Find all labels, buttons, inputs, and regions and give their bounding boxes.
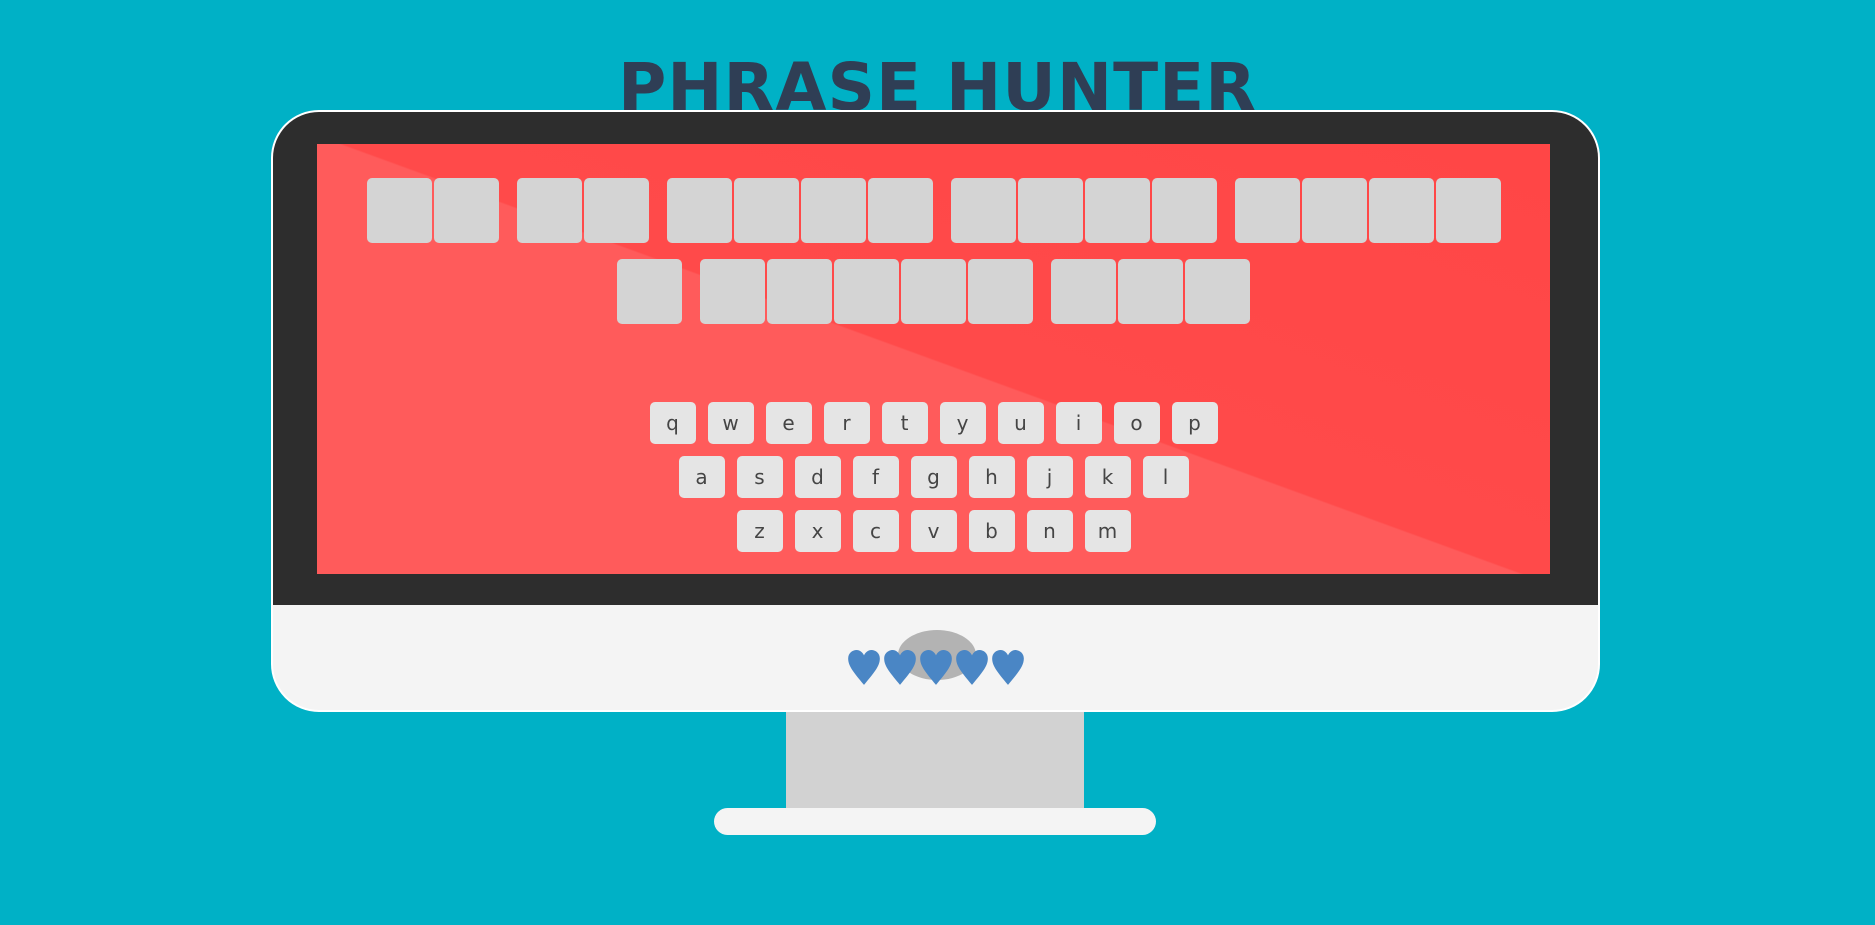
- hidden-letter-tile: [1435, 178, 1501, 243]
- monitor-stand: [786, 712, 1084, 810]
- hidden-letter-tile: [834, 259, 899, 324]
- key-d[interactable]: d: [794, 456, 841, 498]
- key-i[interactable]: i: [1055, 402, 1102, 444]
- hidden-letter-tile: [968, 259, 1033, 324]
- hidden-letter-tile: [1051, 259, 1116, 324]
- keyrow: qwertyuiop: [317, 402, 1550, 444]
- key-e[interactable]: e: [765, 402, 812, 444]
- hidden-letter-tile: [666, 178, 732, 243]
- hidden-letter-tile: [700, 259, 765, 324]
- key-y[interactable]: y: [939, 402, 986, 444]
- heart-icon: [955, 650, 988, 685]
- key-l[interactable]: l: [1142, 456, 1189, 498]
- phrase-word: [700, 259, 1033, 324]
- hidden-letter-tile: [433, 178, 499, 243]
- keyrow: zxcvbnm: [317, 510, 1550, 552]
- key-b[interactable]: b: [968, 510, 1015, 552]
- heart-icon: [883, 650, 916, 685]
- key-j[interactable]: j: [1026, 456, 1073, 498]
- phrase-word: [516, 178, 649, 243]
- key-o[interactable]: o: [1113, 402, 1160, 444]
- hidden-letter-tile: [617, 259, 682, 324]
- hidden-letter-tile: [733, 178, 799, 243]
- key-c[interactable]: c: [852, 510, 899, 552]
- key-r[interactable]: r: [823, 402, 870, 444]
- key-k[interactable]: k: [1084, 456, 1131, 498]
- heart-icon: [991, 650, 1024, 685]
- phrase-word: [1234, 178, 1501, 243]
- game-screen: qwertyuiop asdfghjkl zxcvbnm: [317, 144, 1550, 574]
- key-v[interactable]: v: [910, 510, 957, 552]
- hidden-letter-tile: [1118, 259, 1183, 324]
- hidden-letter-tile: [583, 178, 649, 243]
- key-m[interactable]: m: [1084, 510, 1131, 552]
- keyrow: asdfghjkl: [317, 456, 1550, 498]
- monitor: qwertyuiop asdfghjkl zxcvbnm: [271, 110, 1600, 712]
- key-a[interactable]: a: [678, 456, 725, 498]
- hidden-letter-tile: [1234, 178, 1300, 243]
- key-t[interactable]: t: [881, 402, 928, 444]
- hidden-letter-tile: [1185, 259, 1250, 324]
- hidden-letter-tile: [1301, 178, 1367, 243]
- hidden-letter-tile: [950, 178, 1016, 243]
- key-p[interactable]: p: [1171, 402, 1218, 444]
- phrase-word: [950, 178, 1217, 243]
- phrase-word: [666, 178, 933, 243]
- key-x[interactable]: x: [794, 510, 841, 552]
- heart-icon: [847, 650, 880, 685]
- lives-scoreboard: [273, 649, 1598, 687]
- key-u[interactable]: u: [997, 402, 1044, 444]
- heart-icon: [919, 650, 952, 685]
- hidden-letter-tile: [767, 259, 832, 324]
- key-g[interactable]: g: [910, 456, 957, 498]
- key-n[interactable]: n: [1026, 510, 1073, 552]
- hidden-letter-tile: [867, 178, 933, 243]
- hidden-letter-tile: [800, 178, 866, 243]
- hidden-letter-tile: [1017, 178, 1083, 243]
- hidden-letter-tile: [1084, 178, 1150, 243]
- hidden-letter-tile: [366, 178, 432, 243]
- key-q[interactable]: q: [649, 402, 696, 444]
- monitor-bezel: qwertyuiop asdfghjkl zxcvbnm: [273, 112, 1598, 605]
- hidden-letter-tile: [1368, 178, 1434, 243]
- hidden-letter-tile: [1151, 178, 1217, 243]
- monitor-base: [714, 808, 1156, 835]
- hidden-letter-tile: [901, 259, 966, 324]
- key-s[interactable]: s: [736, 456, 783, 498]
- phrase-word: [1051, 259, 1250, 324]
- key-f[interactable]: f: [852, 456, 899, 498]
- phrase-word: [617, 259, 682, 324]
- key-w[interactable]: w: [707, 402, 754, 444]
- key-z[interactable]: z: [736, 510, 783, 552]
- phrase-word: [366, 178, 499, 243]
- key-h[interactable]: h: [968, 456, 1015, 498]
- phrase-board: [317, 178, 1550, 324]
- onscreen-keyboard: qwertyuiop asdfghjkl zxcvbnm: [317, 402, 1550, 564]
- hidden-letter-tile: [516, 178, 582, 243]
